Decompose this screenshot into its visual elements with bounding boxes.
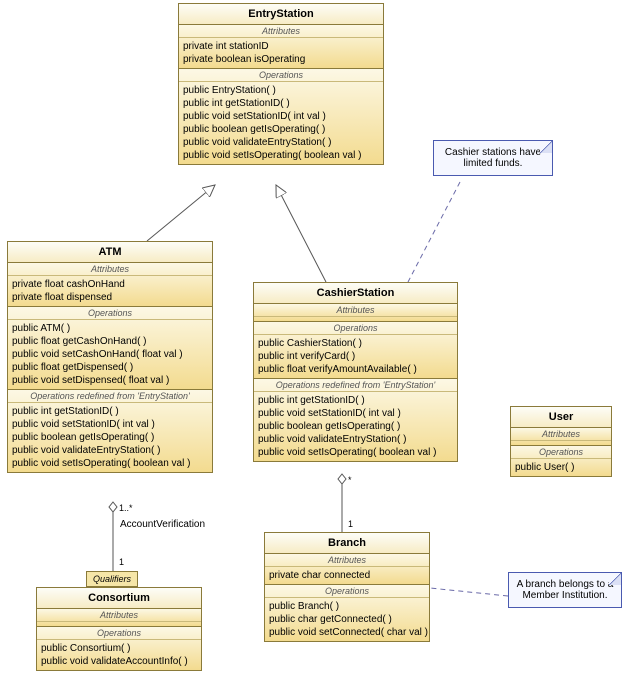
op-row: public boolean getIsOperating( )	[258, 420, 453, 433]
op-row: public void validateEntryStation( )	[12, 444, 208, 457]
class-title: Consortium	[37, 588, 201, 609]
op-row: public void setDispensed( float val )	[12, 374, 208, 387]
op-row: public void setConnected( char val )	[269, 626, 425, 639]
multiplicity: 1	[348, 519, 353, 529]
attributes-label: Attributes	[265, 554, 429, 567]
op-row: public void setStationID( int val )	[183, 110, 379, 123]
class-title: Branch	[265, 533, 429, 554]
class-title: EntryStation	[179, 4, 383, 25]
op-row: public float getCashOnHand( )	[12, 335, 208, 348]
class-title: ATM	[8, 242, 212, 263]
op-row: public ATM( )	[12, 322, 208, 335]
op-row: public int getStationID( )	[183, 97, 379, 110]
class-cashierstation: CashierStation Attributes Operations pub…	[253, 282, 458, 462]
attr-row: private float cashOnHand	[12, 278, 208, 291]
op-row: public int verifyCard( )	[258, 350, 453, 363]
op-row: public boolean getIsOperating( )	[12, 431, 208, 444]
attributes-label: Attributes	[179, 25, 383, 38]
attr-row: private float dispensed	[12, 291, 208, 304]
attr-row: private int stationID	[183, 40, 379, 53]
op-row: public int getStationID( )	[258, 394, 453, 407]
class-entrystation: EntryStation Attributes private int stat…	[178, 3, 384, 165]
operations-label: Operations	[37, 627, 201, 640]
op-row: public Branch( )	[269, 600, 425, 613]
multiplicity: *	[348, 475, 352, 485]
operations-label: Operations	[254, 322, 457, 335]
op-row: public void setIsOperating( boolean val …	[12, 457, 208, 470]
attributes-label: Attributes	[511, 428, 611, 441]
note-branch-member: A branch belongs to a Member Institution…	[508, 572, 622, 608]
op-row: public CashierStation( )	[258, 337, 453, 350]
multiplicity: 1..*	[119, 503, 133, 513]
class-branch: Branch Attributes private char connected…	[264, 532, 430, 642]
class-atm: ATM Attributes private float cashOnHand …	[7, 241, 213, 473]
op-row: public boolean getIsOperating( )	[183, 123, 379, 136]
redefined-label: Operations redefined from 'EntryStation'	[8, 390, 212, 403]
operations-label: Operations	[511, 446, 611, 459]
class-consortium: Consortium Attributes Operations public …	[36, 587, 202, 671]
op-row: public float verifyAmountAvailable( )	[258, 363, 453, 376]
qualifier-box: Qualifiers	[86, 571, 138, 587]
operations-label: Operations	[8, 307, 212, 320]
attributes-label: Attributes	[254, 304, 457, 317]
op-row: public char getConnected( )	[269, 613, 425, 626]
op-row: public void setIsOperating( boolean val …	[258, 446, 453, 459]
operations-label: Operations	[265, 585, 429, 598]
op-row: public void validateEntryStation( )	[183, 136, 379, 149]
op-row: public void validateEntryStation( )	[258, 433, 453, 446]
class-user: User Attributes Operations public User( …	[510, 406, 612, 477]
op-row: public void setCashOnHand( float val )	[12, 348, 208, 361]
class-title: User	[511, 407, 611, 428]
attr-row: private char connected	[269, 569, 425, 582]
multiplicity: 1	[119, 557, 124, 567]
op-row: public void setIsOperating( boolean val …	[183, 149, 379, 162]
op-row: public void setStationID( int val )	[258, 407, 453, 420]
op-row: public float getDispensed( )	[12, 361, 208, 374]
op-row: public Consortium( )	[41, 642, 197, 655]
op-row: public void validateAccountInfo( )	[41, 655, 197, 668]
redefined-label: Operations redefined from 'EntryStation'	[254, 379, 457, 392]
attr-row: private boolean isOperating	[183, 53, 379, 66]
op-row: public int getStationID( )	[12, 405, 208, 418]
class-title: CashierStation	[254, 283, 457, 304]
assoc-label-accountverification: AccountVerification	[120, 519, 205, 530]
op-row: public void setStationID( int val )	[12, 418, 208, 431]
op-row: public EntryStation( )	[183, 84, 379, 97]
operations-label: Operations	[179, 69, 383, 82]
attributes-label: Attributes	[37, 609, 201, 622]
note-cashier-funds: Cashier stations have limited funds.	[433, 140, 553, 176]
op-row: public User( )	[515, 461, 607, 474]
attributes-label: Attributes	[8, 263, 212, 276]
